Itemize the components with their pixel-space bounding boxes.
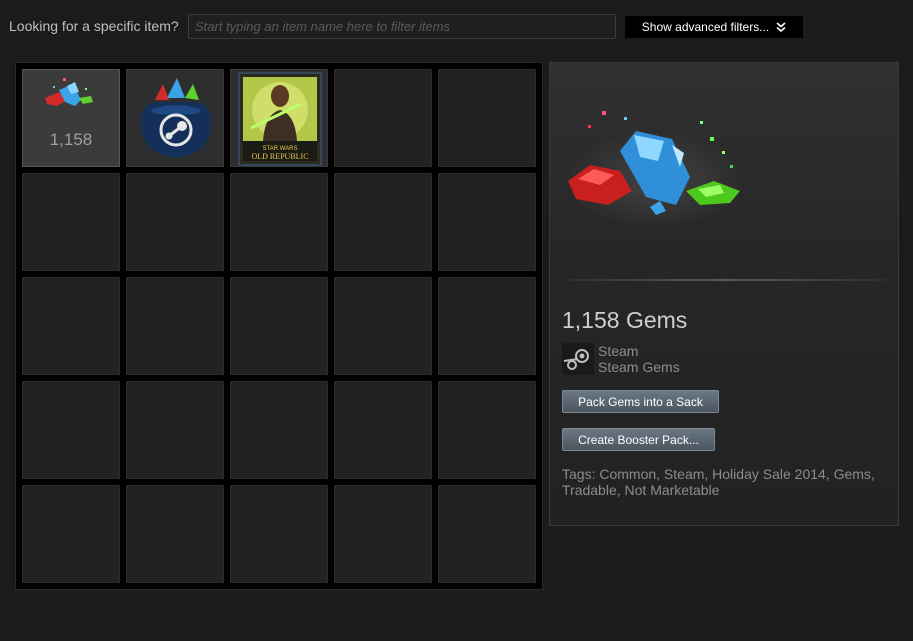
divider bbox=[564, 279, 886, 281]
item-type: Steam Gems bbox=[598, 359, 680, 375]
inventory-grid: 1,158 STAR WARS OLD REPUBLIC bbox=[15, 62, 543, 590]
inventory-item-gem-sack[interactable] bbox=[126, 69, 224, 167]
inventory-slot[interactable] bbox=[334, 69, 432, 167]
inventory-slot[interactable] bbox=[230, 381, 328, 479]
svg-text:OLD REPUBLIC: OLD REPUBLIC bbox=[251, 152, 308, 161]
gems-large-icon bbox=[565, 111, 745, 226]
inventory-slot[interactable] bbox=[230, 485, 328, 583]
advanced-filters-label: Show advanced filters... bbox=[641, 20, 770, 34]
inventory-slot[interactable] bbox=[438, 485, 536, 583]
filter-search-input[interactable] bbox=[188, 14, 616, 39]
inventory-slot[interactable] bbox=[22, 485, 120, 583]
inventory-slot[interactable] bbox=[126, 485, 224, 583]
gem-sack-icon bbox=[140, 78, 212, 158]
inventory-slot[interactable] bbox=[334, 381, 432, 479]
inventory-page: Looking for a specific item? Show advanc… bbox=[0, 0, 913, 641]
pack-gems-button[interactable]: Pack Gems into a Sack bbox=[562, 390, 719, 413]
inventory-slot[interactable] bbox=[22, 381, 120, 479]
item-detail-panel: 1,158 Gems Steam Steam Gems Pack Gems in… bbox=[549, 62, 899, 526]
filter-label: Looking for a specific item? bbox=[9, 18, 179, 34]
inventory-slot[interactable] bbox=[126, 173, 224, 271]
inventory-slot[interactable] bbox=[334, 485, 432, 583]
advanced-filters-button[interactable]: Show advanced filters... bbox=[625, 16, 803, 38]
inventory-slot[interactable] bbox=[22, 173, 120, 271]
inventory-item-trading-card[interactable]: STAR WARS OLD REPUBLIC bbox=[230, 69, 328, 167]
item-name: 1,158 Gems bbox=[562, 307, 688, 333]
create-booster-pack-button[interactable]: Create Booster Pack... bbox=[562, 428, 715, 451]
item-tags: Tags: Common, Steam, Holiday Sale 2014, … bbox=[562, 466, 875, 498]
inventory-slot[interactable] bbox=[334, 173, 432, 271]
inventory-slot[interactable] bbox=[126, 381, 224, 479]
inventory-slot[interactable] bbox=[230, 277, 328, 375]
steam-icon bbox=[562, 343, 594, 375]
inventory-slot[interactable] bbox=[126, 277, 224, 375]
inventory-slot[interactable] bbox=[334, 277, 432, 375]
inventory-slot[interactable] bbox=[230, 173, 328, 271]
inventory-slot[interactable] bbox=[438, 277, 536, 375]
inventory-item-gems[interactable]: 1,158 bbox=[22, 69, 120, 167]
game-name: Steam bbox=[598, 343, 639, 359]
item-count: 1,158 bbox=[49, 130, 93, 149]
inventory-slot[interactable] bbox=[22, 277, 120, 375]
inventory-slot[interactable] bbox=[438, 69, 536, 167]
gems-icon bbox=[45, 78, 93, 106]
inventory-slot[interactable] bbox=[438, 173, 536, 271]
double-chevron-down-icon bbox=[776, 22, 786, 32]
trading-card-icon: STAR WARS OLD REPUBLIC bbox=[238, 72, 322, 166]
inventory-slot[interactable] bbox=[438, 381, 536, 479]
